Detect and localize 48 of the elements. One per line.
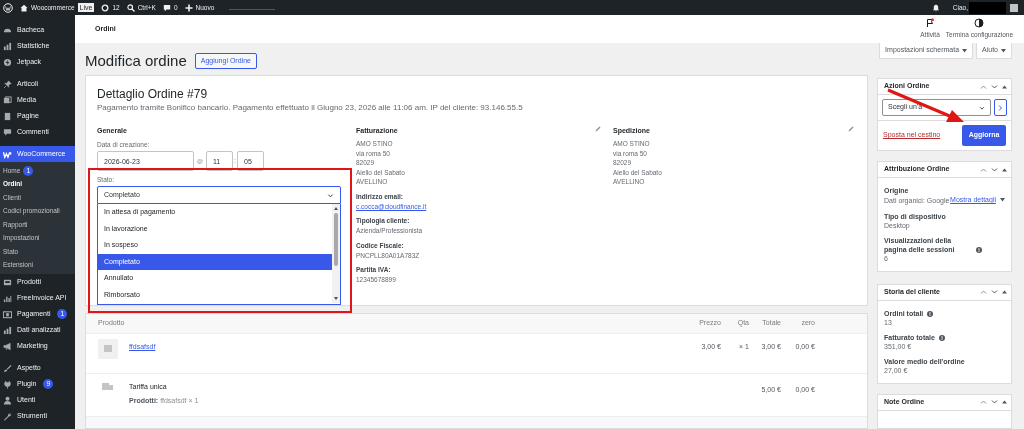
- avatar-icon[interactable]: [1010, 3, 1018, 12]
- chart-icon: [3, 293, 12, 303]
- wordpress-logo-icon[interactable]: [3, 2, 13, 13]
- chevron-down-icon: [327, 191, 334, 199]
- caret-down-icon[interactable]: [1000, 198, 1005, 203]
- media-icon: [3, 95, 12, 105]
- comment-icon[interactable]: [162, 3, 171, 12]
- refresh-icon[interactable]: [101, 3, 110, 12]
- comment-bubble-icon: [3, 127, 12, 137]
- half-circle-icon: [974, 18, 985, 29]
- card-icon: [3, 309, 12, 319]
- chevron-down-icon: [979, 104, 985, 111]
- user-icon: [3, 395, 12, 405]
- bar-chart-icon: [3, 325, 12, 335]
- caret-down-icon: [962, 48, 968, 53]
- apply-button[interactable]: [994, 99, 1007, 116]
- bolt-circle-icon: [3, 57, 12, 67]
- caret-up-icon[interactable]: [1002, 84, 1007, 89]
- order-subtitle: Pagamento tramite Bonifico bancario. Pagamento effettuato il Giugno 23, 2026 alle 11:06 am. IP del cliente: 93.146.55.5: [97, 103, 524, 113]
- pencil-icon[interactable]: [848, 126, 854, 132]
- pencil-icon[interactable]: [595, 126, 601, 132]
- chevron-right-icon: [998, 104, 1003, 111]
- box-icon: [3, 277, 12, 287]
- order-title: Dettaglio Ordine #79: [97, 87, 209, 101]
- plug-icon: [3, 379, 12, 389]
- caret-down-icon: [1001, 48, 1006, 53]
- pin-icon: [3, 79, 12, 89]
- image-placeholder-icon: [98, 339, 118, 359]
- caret-up-icon[interactable]: [1002, 290, 1007, 294]
- wrench-icon: [3, 411, 12, 421]
- help-icon[interactable]: [938, 334, 945, 341]
- bell-icon[interactable]: [931, 3, 940, 12]
- megaphone-icon: [3, 341, 12, 351]
- caret-up-icon[interactable]: [1002, 400, 1007, 404]
- woo-logo-icon: [3, 149, 12, 159]
- help-icon[interactable]: [927, 310, 934, 317]
- redaction-block: [969, 1, 1006, 14]
- help-icon[interactable]: [976, 246, 982, 253]
- plus-icon[interactable]: [184, 3, 193, 12]
- page-title: Modifica ordine: [85, 50, 187, 71]
- home-icon[interactable]: [20, 3, 28, 12]
- redaction-line: [229, 9, 276, 10]
- scrollbar[interactable]: [332, 204, 340, 303]
- caret-up-icon[interactable]: [1002, 167, 1007, 172]
- search-icon[interactable]: [126, 3, 135, 12]
- bar-chart-icon: [3, 41, 12, 51]
- brush-icon: [3, 363, 12, 373]
- page-icon: [3, 111, 12, 121]
